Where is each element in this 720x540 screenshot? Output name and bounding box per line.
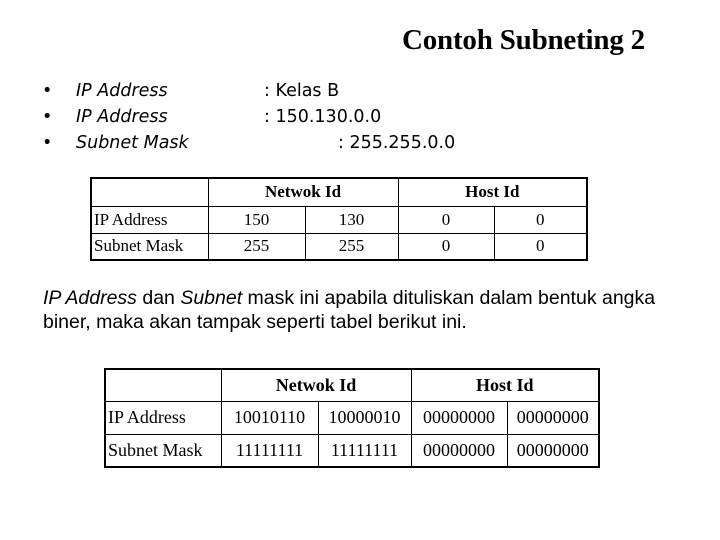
- table-header-row: Netwok Id Host Id: [104, 368, 600, 402]
- explanation-paragraph: IP Address dan Subnet mask ini apabila d…: [43, 286, 693, 334]
- table-cell: 11111111: [317, 433, 412, 468]
- paragraph-text: dan: [136, 287, 181, 309]
- bullet-value: : 150.130.0.0: [264, 107, 382, 127]
- table-cell: 10000010: [317, 400, 412, 435]
- table-cell: 0: [493, 205, 588, 234]
- table-cell: 130: [304, 205, 399, 234]
- row-label: IP Address: [90, 205, 209, 234]
- bullet-label: IP Address: [76, 107, 168, 127]
- table-row: Subnet Mask 11111111 11111111 00000000 0…: [104, 433, 600, 468]
- table-cell: 0: [397, 232, 495, 261]
- table-cell: 00000000: [506, 400, 600, 435]
- bullet-label: Subnet Mask: [76, 133, 189, 153]
- row-label: Subnet Mask: [104, 433, 222, 468]
- header-cell-empty: [90, 177, 209, 207]
- bullet-value: : 255.255.0.0: [338, 133, 456, 153]
- row-label: IP Address: [104, 400, 222, 435]
- table-cell: 00000000: [506, 433, 600, 468]
- table-cell: 150: [207, 205, 306, 234]
- table-cell: 00000000: [410, 400, 508, 435]
- header-network-id: Netwok Id: [207, 177, 399, 207]
- table-cell: 0: [493, 232, 588, 261]
- decimal-table: Netwok Id Host Id IP Address 150 130 0 0…: [90, 177, 589, 261]
- binary-table: Netwok Id Host Id IP Address 10010110 10…: [104, 368, 601, 468]
- slide-title: Contoh Subneting 2: [402, 24, 645, 56]
- bullet-dot-icon: •: [42, 81, 53, 101]
- paragraph-italic: IP Address: [43, 287, 137, 309]
- table-header-row: Netwok Id Host Id: [90, 177, 588, 207]
- table-cell: 255: [304, 232, 399, 261]
- paragraph-italic: Subnet: [180, 287, 243, 309]
- header-network-id: Netwok Id: [220, 368, 412, 402]
- bullet-dot-icon: •: [42, 107, 53, 127]
- header-host-id: Host Id: [410, 368, 600, 402]
- bullet-label: IP Address: [76, 81, 168, 101]
- row-label: Subnet Mask: [90, 232, 209, 261]
- table-cell: 0: [397, 205, 495, 234]
- table-row: IP Address 10010110 10000010 00000000 00…: [104, 400, 600, 435]
- table-cell: 11111111: [220, 433, 319, 468]
- header-host-id: Host Id: [397, 177, 588, 207]
- header-cell-empty: [104, 368, 222, 402]
- bullet-value: : Kelas B: [264, 81, 340, 101]
- table-row: Subnet Mask 255 255 0 0: [90, 232, 588, 261]
- table-row: IP Address 150 130 0 0: [90, 205, 588, 234]
- table-cell: 00000000: [410, 433, 508, 468]
- table-cell: 10010110: [220, 400, 319, 435]
- table-cell: 255: [207, 232, 306, 261]
- bullet-dot-icon: •: [42, 133, 53, 153]
